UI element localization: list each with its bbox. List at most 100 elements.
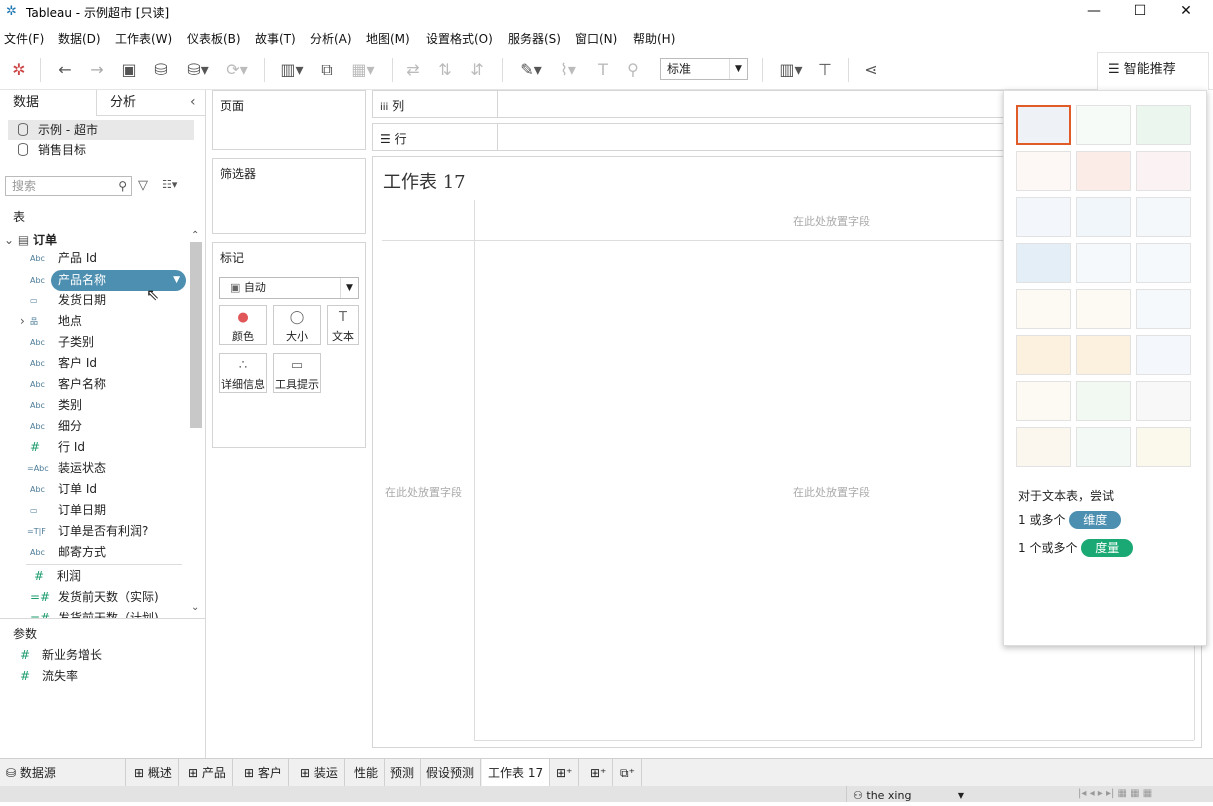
chart-line-cont[interactable] xyxy=(1016,289,1071,329)
menu-format[interactable]: 设置格式(O) xyxy=(426,30,493,47)
pause-updates-icon[interactable]: ⛁▾ xyxy=(182,59,214,81)
chart-area-cont[interactable] xyxy=(1016,335,1071,375)
datasource-sales-target[interactable]: 销售目标 xyxy=(8,140,194,160)
maximize-button[interactable]: ☐ xyxy=(1117,0,1163,24)
chart-circle-view[interactable] xyxy=(1076,243,1131,283)
search-input[interactable]: 搜索 ⚲ xyxy=(5,176,132,196)
detail-button[interactable]: ∴ 详细信息 xyxy=(219,353,267,393)
menu-window[interactable]: 窗口(N) xyxy=(575,30,617,47)
chart-scatter[interactable] xyxy=(1016,381,1071,421)
filter-icon[interactable]: ▽ xyxy=(138,178,148,193)
label-icon[interactable]: T xyxy=(592,59,614,81)
collapse-icon[interactable]: ‹ xyxy=(190,94,196,110)
menu-help[interactable]: 帮助(H) xyxy=(633,30,675,47)
sheet-title[interactable]: 工作表 17 xyxy=(383,168,466,194)
new-story-tab-icon[interactable]: ⧉⁺ xyxy=(614,759,642,787)
menu-server[interactable]: 服务器(S) xyxy=(508,30,561,47)
tab-sheet-17[interactable]: 工作表 17 xyxy=(482,759,551,787)
datasource-superstore[interactable]: 示例 - 超市 xyxy=(8,120,194,140)
field-days-planned[interactable]: =# 发货前天数（计划) xyxy=(0,608,190,618)
chart-area-disc[interactable] xyxy=(1076,335,1131,375)
chart-line-disc[interactable] xyxy=(1076,289,1131,329)
chart-highlight-table[interactable] xyxy=(1136,105,1191,145)
text-button[interactable]: T 文本 xyxy=(327,305,359,345)
field-category[interactable]: Abc 类别 xyxy=(0,395,190,416)
menu-worksheet[interactable]: 工作表(W) xyxy=(115,30,172,47)
table-orders[interactable]: ⌄ ▤ 订单 xyxy=(4,231,57,248)
tab-forecast[interactable]: 预测 xyxy=(384,759,422,787)
smart-recommend-button[interactable]: ☰ 智能推荐 xyxy=(1097,52,1209,90)
field-location[interactable]: › 品地点 xyxy=(0,311,190,332)
user-menu[interactable]: ⚇ the xing ▼ xyxy=(846,786,970,802)
chart-side-bar[interactable] xyxy=(1136,197,1191,237)
tab-customer[interactable]: ⊞ 客户 xyxy=(238,759,289,787)
tab-datasource[interactable]: ⛁ 数据源 xyxy=(0,759,126,787)
redo-icon[interactable]: → xyxy=(86,59,108,81)
chart-box-whisker[interactable] xyxy=(1136,381,1191,421)
chart-gantt[interactable] xyxy=(1016,427,1071,467)
menu-map[interactable]: 地图(M) xyxy=(366,30,410,47)
dropdown-icon[interactable]: ▼ xyxy=(173,270,180,291)
menu-dashboard[interactable]: 仪表板(B) xyxy=(187,30,241,47)
sort-asc-icon[interactable]: ⇅ xyxy=(434,59,456,81)
menu-data[interactable]: 数据(D) xyxy=(58,30,101,47)
field-product-id[interactable]: Abc 产品 Id xyxy=(0,248,190,269)
field-profit[interactable]: # 利润 xyxy=(0,566,190,587)
swap-icon[interactable]: ⇄ xyxy=(402,59,424,81)
group-icon[interactable]: ⌇▾ xyxy=(552,59,584,81)
param-new-business-growth[interactable]: # 新业务增长 xyxy=(0,645,190,666)
tableau-home-icon[interactable]: ✲ xyxy=(8,59,30,81)
menu-file[interactable]: 文件(F) xyxy=(4,30,44,47)
chart-dual-combo[interactable] xyxy=(1136,335,1191,375)
filters-shelf[interactable]: 筛选器 xyxy=(212,158,366,234)
tab-product[interactable]: ⊞ 产品 xyxy=(182,759,233,787)
chart-side-circle[interactable] xyxy=(1136,243,1191,283)
fit-select[interactable]: 标准 ▼ xyxy=(660,58,748,80)
duplicate-icon[interactable]: ⧉ xyxy=(316,59,338,81)
field-customer-id[interactable]: Abc 客户 Id xyxy=(0,353,190,374)
show-me-icon[interactable]: ▥▾ xyxy=(774,59,808,81)
tab-performance[interactable]: 性能 xyxy=(348,759,386,787)
tab-overview[interactable]: ⊞ 概述 xyxy=(128,759,179,787)
pages-shelf[interactable]: 页面 xyxy=(212,90,366,150)
refresh-icon[interactable]: ⟳▾ xyxy=(220,59,254,81)
field-ship-status[interactable]: =Abc 装运状态 xyxy=(0,458,190,479)
chart-pie[interactable] xyxy=(1136,151,1191,191)
menu-analysis[interactable]: 分析(A) xyxy=(310,30,352,47)
share-icon[interactable]: ⋖ xyxy=(860,59,882,81)
close-button[interactable]: ✕ xyxy=(1163,0,1209,24)
mark-type-select[interactable]: ▣ 自动 ▼ xyxy=(219,277,359,299)
chart-stacked-bar[interactable] xyxy=(1076,197,1131,237)
sort-desc-icon[interactable]: ⇵ xyxy=(466,59,488,81)
drop-field-area[interactable]: 在此处放置字段 xyxy=(793,484,870,500)
field-is-profitable[interactable]: =T|F 订单是否有利润? xyxy=(0,521,190,542)
scroll-up-icon[interactable]: ⌃ xyxy=(191,230,199,241)
highlight-icon[interactable]: ✎▾ xyxy=(514,59,548,81)
new-worksheet-icon[interactable]: ▥▾ xyxy=(274,59,310,81)
field-row-id[interactable]: # 行 Id xyxy=(0,437,190,458)
chart-symbol-map[interactable] xyxy=(1016,151,1071,191)
scrollbar-thumb[interactable] xyxy=(190,242,202,428)
sheet-nav-icons[interactable]: |◂ ◂ ▸ ▸| ▦ ▦ ▦ xyxy=(1078,788,1152,799)
field-days-actual[interactable]: =# 发货前天数（实际) xyxy=(0,587,190,608)
pin-icon[interactable]: ⚲ xyxy=(622,59,644,81)
chart-bullet[interactable] xyxy=(1076,427,1131,467)
drop-columns-area[interactable]: 在此处放置字段 xyxy=(793,213,870,229)
chart-text-table[interactable] xyxy=(1016,105,1071,145)
field-list-scrollbar[interactable] xyxy=(190,242,202,612)
chart-histogram[interactable] xyxy=(1076,381,1131,421)
minimize-button[interactable]: — xyxy=(1071,0,1117,24)
param-churn-rate[interactable]: # 流失率 xyxy=(0,666,190,687)
presentation-icon[interactable]: ⊤ xyxy=(814,59,836,81)
new-dashboard-tab-icon[interactable]: ⊞⁺ xyxy=(584,759,614,787)
chart-treemap[interactable] xyxy=(1016,243,1071,283)
undo-icon[interactable]: ← xyxy=(54,59,76,81)
tooltip-button[interactable]: ▭ 工具提示 xyxy=(273,353,321,393)
drop-rows-area[interactable]: 在此处放置字段 xyxy=(385,484,462,500)
scroll-down-icon[interactable]: ⌄ xyxy=(191,602,199,613)
tab-shipping[interactable]: ⊞ 装运 xyxy=(294,759,345,787)
field-product-name[interactable]: 产品名称 ▼ xyxy=(51,270,186,291)
tab-data[interactable]: 数据 xyxy=(0,90,96,116)
clear-sheet-icon[interactable]: ▦▾ xyxy=(346,59,380,81)
tab-whatif[interactable]: 假设预测 xyxy=(420,759,482,787)
